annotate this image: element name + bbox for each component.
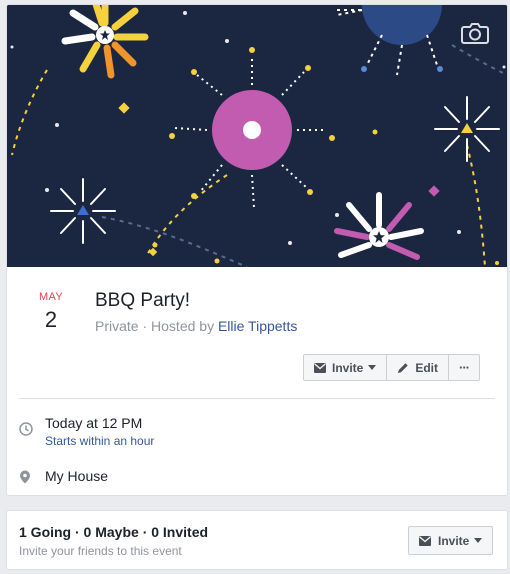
rsvp-counts[interactable]: 1 Going · 0 Maybe · 0 Invited bbox=[19, 524, 208, 540]
meta-separator: · bbox=[138, 318, 152, 334]
rsvp-invite-button[interactable]: Invite bbox=[408, 526, 494, 555]
event-title: BBQ Party! bbox=[95, 290, 191, 311]
event-day: 2 bbox=[44, 307, 58, 332]
envelope-icon bbox=[314, 362, 326, 373]
hosted-by-label: Hosted by bbox=[151, 318, 218, 334]
camera-icon[interactable] bbox=[461, 22, 489, 44]
event-time: Today at 12 PM bbox=[45, 415, 143, 431]
event-month: MAY bbox=[39, 291, 63, 303]
edit-button-label: Edit bbox=[415, 360, 439, 375]
cover-photo[interactable] bbox=[7, 5, 507, 267]
rsvp-invite-label: Invite bbox=[438, 533, 470, 548]
event-time-text: Today at 12 PM Starts within an hour bbox=[45, 415, 154, 448]
edit-button[interactable]: Edit bbox=[387, 355, 450, 380]
pencil-icon bbox=[398, 362, 409, 373]
fireworks-illustration bbox=[7, 5, 507, 267]
event-location-row: My House bbox=[19, 468, 495, 488]
event-time-row: Today at 12 PM Starts within an hour bbox=[19, 415, 495, 449]
rsvp-card: 1 Going · 0 Maybe · 0 Invited Invite you… bbox=[6, 510, 508, 570]
event-location[interactable]: My House bbox=[45, 468, 108, 484]
host-link[interactable]: Ellie Tippetts bbox=[218, 318, 297, 334]
envelope-icon bbox=[419, 535, 431, 546]
details-divider bbox=[19, 398, 495, 399]
event-meta: Private · Hosted by Ellie Tippetts bbox=[95, 318, 297, 334]
chevron-down-icon bbox=[368, 365, 377, 370]
event-time-relative[interactable]: Starts within an hour bbox=[45, 434, 154, 448]
event-action-buttons: Invite Edit ··· bbox=[303, 354, 481, 381]
chevron-down-icon bbox=[474, 538, 483, 543]
more-options-button[interactable]: ··· bbox=[449, 355, 479, 380]
clock-icon bbox=[19, 422, 33, 436]
event-privacy: Private bbox=[95, 318, 139, 334]
event-date: MAY 2 bbox=[27, 291, 75, 333]
event-card: MAY 2 BBQ Party! Private · Hosted by Ell… bbox=[6, 4, 508, 496]
more-options-icon: ··· bbox=[459, 360, 470, 375]
map-pin-icon bbox=[20, 470, 30, 484]
invite-button[interactable]: Invite bbox=[304, 355, 388, 380]
invite-button-label: Invite bbox=[332, 360, 364, 375]
rsvp-prompt: Invite your friends to this event bbox=[19, 544, 182, 558]
